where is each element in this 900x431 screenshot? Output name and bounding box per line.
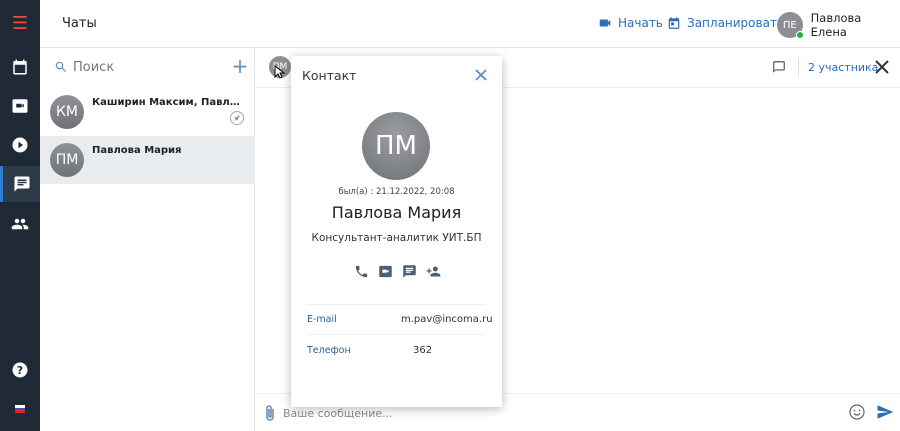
mouse-cursor-icon <box>274 64 286 79</box>
pin-icon[interactable] <box>230 111 244 125</box>
add-person-icon <box>426 266 441 276</box>
top-bar: Чаты Начать Запланировать ПЕ Павлова Еле… <box>40 0 900 48</box>
user-menu[interactable]: ПЕ Павлова Елена <box>777 11 900 39</box>
contact-avatar: ПМ <box>362 112 430 180</box>
page-title: Чаты <box>62 16 97 31</box>
attach-icon[interactable] <box>263 404 277 422</box>
search-icon <box>54 60 68 74</box>
left-rail: ☰ ? <box>0 0 40 431</box>
chat-icon[interactable] <box>772 60 786 74</box>
online-status-icon <box>795 31 804 39</box>
message-button[interactable] <box>401 263 418 279</box>
emoji-icon[interactable] <box>849 404 865 420</box>
calendar-icon <box>13 59 27 75</box>
header-divider <box>798 58 799 76</box>
help-glyph: ? <box>16 363 24 377</box>
nav-recordings-button[interactable] <box>0 127 40 163</box>
play-icon <box>12 137 28 153</box>
close-icon[interactable] <box>474 68 488 82</box>
user-name: Павлова Елена <box>810 11 862 39</box>
search-input[interactable] <box>73 57 213 77</box>
russian-flag-icon <box>15 405 25 414</box>
contact-name: Павлова Мария <box>331 203 462 222</box>
add-contact-button[interactable] <box>425 263 442 279</box>
video-icon <box>379 265 392 277</box>
divider <box>307 304 485 305</box>
chat-icon <box>403 264 416 278</box>
nav-conference-button[interactable] <box>0 88 40 124</box>
search-row: + <box>40 48 255 86</box>
add-chat-button[interactable]: + <box>230 56 250 76</box>
chat-list-item[interactable]: КМ Каширин Максим, Павлова Мария <box>40 88 255 136</box>
email-value[interactable]: m.pav@incoma.ru <box>401 314 493 325</box>
contact-actions <box>353 263 442 279</box>
nav-calendar-button[interactable] <box>0 49 40 85</box>
chat-name: Каширин Максим, Павлова Мария <box>92 97 242 108</box>
phone-icon <box>355 265 368 277</box>
contact-card-dialog: Контакт ПМ был(а) : 21.12.2022, 20:08 Па… <box>291 56 502 407</box>
schedule-label: Запланировать <box>687 16 785 30</box>
people-icon <box>11 218 29 230</box>
start-conference-button[interactable]: Начать <box>598 16 663 30</box>
contact-position: Консультант-аналитик УИТ.БП <box>311 232 482 244</box>
chat-avatar: КМ <box>50 95 84 129</box>
video-call-button[interactable] <box>377 263 394 279</box>
email-label: E-mail <box>307 314 337 325</box>
nav-chats-button[interactable] <box>0 166 40 202</box>
chat-name: Павлова Мария <box>92 145 182 156</box>
divider <box>307 334 485 335</box>
phone-value[interactable]: 362 <box>413 345 432 356</box>
chat-icon <box>14 176 29 192</box>
user-initials: ПЕ <box>782 19 797 31</box>
chat-list-item[interactable]: ПМ Павлова Мария <box>40 136 255 184</box>
nav-contacts-button[interactable] <box>0 206 40 242</box>
send-icon[interactable] <box>876 403 894 421</box>
menu-icon: ☰ <box>11 13 29 34</box>
phone-label: Телефон <box>307 345 351 356</box>
calendar-icon <box>668 17 680 29</box>
chat-avatar: ПМ <box>50 143 84 177</box>
schedule-button[interactable]: Запланировать <box>667 16 784 30</box>
last-seen-text: был(а) : 21.12.2022, 20:08 <box>338 187 455 197</box>
start-conference-label: Начать <box>618 16 663 30</box>
participants-link[interactable]: 2 участника <box>808 61 878 74</box>
close-chat-icon[interactable] <box>873 58 891 76</box>
dialog-title: Контакт <box>302 68 357 83</box>
language-button[interactable] <box>0 391 40 427</box>
video-icon <box>12 99 28 113</box>
menu-button[interactable]: ☰ <box>0 6 40 42</box>
help-button[interactable]: ? <box>0 352 40 388</box>
user-avatar: ПЕ <box>777 12 804 39</box>
call-button[interactable] <box>353 263 370 279</box>
chat-list-panel: + КМ Каширин Максим, Павлова Мария ПМ Па… <box>40 48 255 431</box>
video-icon <box>599 19 611 27</box>
